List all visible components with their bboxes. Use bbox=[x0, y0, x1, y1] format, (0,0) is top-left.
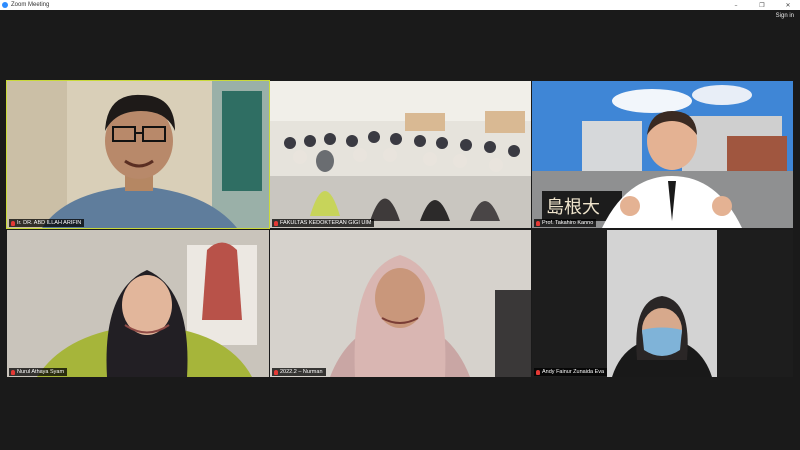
participant-name: Nurul Athaya Syam bbox=[17, 369, 65, 375]
participant-name-tag: 2022.2 – Nurman bbox=[272, 368, 326, 376]
participant-name-tag: Nurul Athaya Syam bbox=[9, 368, 68, 376]
participant-name-tag: Andy Fainur Zunaida Eva bbox=[534, 368, 608, 376]
mic-muted-icon bbox=[11, 220, 15, 226]
participant-name-tag: FAKULTAS KEDOKTERAN GIGI UIM bbox=[272, 219, 375, 227]
participant-name: Prof. Takahiro Kanno bbox=[542, 220, 594, 226]
mic-muted-icon bbox=[11, 369, 15, 375]
video-tile-4[interactable]: Nurul Athaya Syam bbox=[7, 230, 269, 377]
video-tile-3[interactable]: 島根大 Prof. Takahiro Kanno bbox=[532, 81, 793, 228]
minimize-button[interactable]: – bbox=[728, 0, 744, 10]
video-tile-5[interactable]: 2022.2 – Nurman bbox=[270, 230, 531, 377]
participant-name-tag: Ir. DR. ABD ILLAH ARIFIN bbox=[9, 219, 85, 227]
video-feed bbox=[532, 230, 793, 377]
video-feed bbox=[270, 81, 531, 228]
building-sign: 島根大 bbox=[546, 197, 600, 218]
participant-name: FAKULTAS KEDOKTERAN GIGI UIM bbox=[280, 220, 372, 226]
sign-in-button[interactable]: Sign in bbox=[776, 13, 794, 19]
video-tile-2[interactable]: FAKULTAS KEDOKTERAN GIGI UIM bbox=[270, 81, 531, 228]
video-feed bbox=[270, 230, 531, 377]
participant-name-tag: Prof. Takahiro Kanno bbox=[534, 219, 597, 227]
close-button[interactable]: ✕ bbox=[780, 0, 796, 10]
participant-name: 2022.2 – Nurman bbox=[280, 369, 323, 375]
video-feed: 島根大 bbox=[532, 81, 793, 228]
window-title: Zoom Meeting bbox=[11, 2, 50, 8]
mic-muted-icon bbox=[274, 220, 278, 226]
maximize-button[interactable]: ❐ bbox=[754, 0, 770, 10]
participant-name: Ir. DR. ABD ILLAH ARIFIN bbox=[17, 220, 82, 226]
participant-name: Andy Fainur Zunaida Eva bbox=[542, 369, 605, 375]
mic-muted-icon bbox=[274, 369, 278, 375]
video-feed bbox=[7, 230, 269, 377]
title-bar: Zoom Meeting – ❐ ✕ bbox=[0, 0, 800, 10]
mic-muted-icon bbox=[536, 369, 540, 375]
video-tile-6[interactable]: Andy Fainur Zunaida Eva bbox=[532, 230, 793, 377]
zoom-logo-icon bbox=[2, 2, 8, 8]
video-tile-1[interactable]: Ir. DR. ABD ILLAH ARIFIN bbox=[6, 80, 270, 229]
video-feed bbox=[7, 81, 269, 228]
mic-muted-icon bbox=[536, 220, 540, 226]
